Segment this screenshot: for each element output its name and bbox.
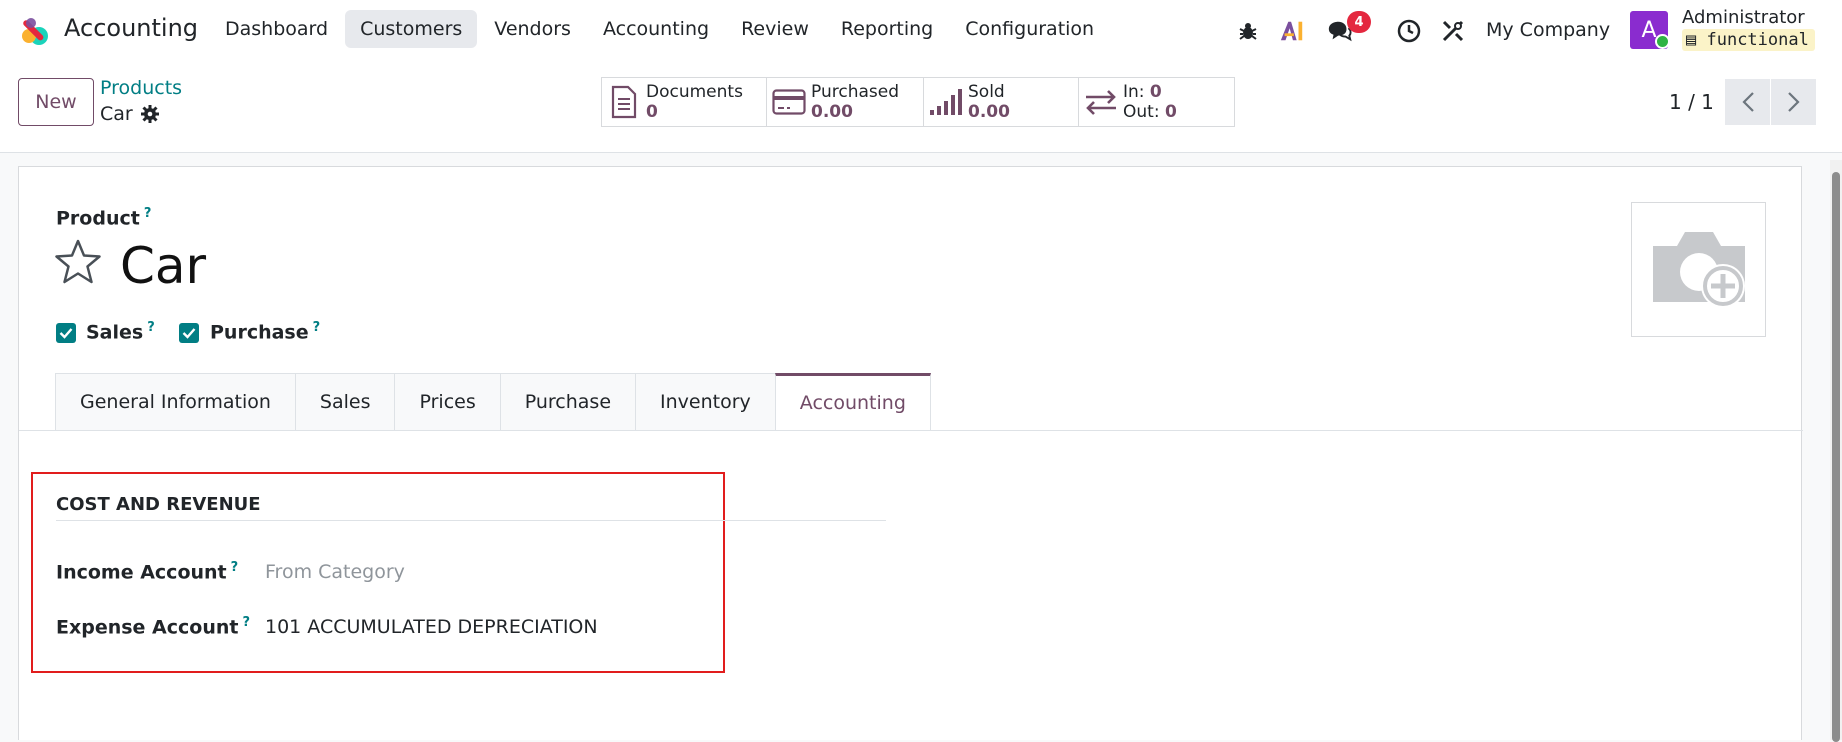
pager-next-button[interactable] — [1771, 79, 1816, 125]
income-account-label-text: Income Account — [56, 561, 227, 584]
app-name[interactable]: Accounting — [64, 14, 198, 42]
ai-icon[interactable] — [1279, 18, 1305, 44]
company-switcher[interactable]: My Company — [1486, 19, 1610, 41]
product-name-field[interactable]: Car — [120, 237, 206, 295]
transfer-arrows-icon — [1086, 90, 1116, 115]
user-name[interactable]: Administrator — [1682, 7, 1805, 28]
sold-stat-button[interactable]: Sold 0.00 — [923, 77, 1079, 127]
in-value: 0 — [1149, 82, 1162, 102]
favorite-star-icon[interactable] — [54, 238, 102, 286]
online-status-icon — [1655, 34, 1670, 49]
tab-divider — [19, 430, 1803, 431]
messages-badge: 4 — [1347, 11, 1371, 33]
expense-account-label: Expense Account? — [56, 615, 250, 638]
top-navbar: Accounting Dashboard Customers Vendors A… — [0, 0, 1842, 60]
menu-item-customers[interactable]: Customers — [345, 10, 478, 48]
control-panel: New Products Car Documents 0 Purchased 0.0… — [0, 60, 1842, 153]
purchased-value: 0.00 — [811, 102, 853, 122]
document-icon — [611, 85, 637, 119]
sales-checkbox[interactable] — [56, 323, 76, 343]
breadcrumb-current-label: Car — [100, 103, 133, 125]
expense-account-label-text: Expense Account — [56, 616, 239, 639]
product-image-upload[interactable] — [1631, 202, 1766, 337]
new-button[interactable]: New — [18, 78, 94, 126]
menu-item-accounting[interactable]: Accounting — [588, 10, 724, 48]
tab-sales[interactable]: Sales — [294, 373, 395, 431]
income-account-input[interactable]: From Category — [265, 561, 405, 583]
sales-label: Sales? — [86, 320, 155, 343]
purchase-help-tooltip[interactable]: ? — [313, 320, 321, 335]
pager-value[interactable]: 1 / 1 — [1669, 90, 1714, 114]
pager-previous-button[interactable] — [1725, 79, 1770, 125]
chevron-left-icon — [1741, 92, 1754, 112]
product-label: Product? — [56, 206, 151, 229]
credit-card-icon — [772, 89, 806, 115]
sold-value: 0.00 — [968, 102, 1010, 122]
checkmark-icon — [182, 328, 196, 339]
page-scrollbar[interactable] — [1830, 160, 1842, 742]
tab-inventory[interactable]: Inventory — [635, 373, 775, 431]
income-help-tooltip[interactable]: ? — [231, 560, 239, 575]
form-sheet: Product? Car Sales? Purchase? General In… — [18, 166, 1803, 740]
signal-bars-icon — [930, 89, 962, 115]
database-icon: ▤ — [1686, 30, 1707, 50]
tab-general-information[interactable]: General Information — [55, 373, 295, 431]
menu-item-reporting[interactable]: Reporting — [826, 10, 948, 48]
in-label: In: — [1123, 82, 1145, 102]
documents-label: Documents — [646, 82, 743, 102]
documents-value: 0 — [646, 102, 658, 122]
in-out-stat-button[interactable]: In: 0 Out: 0 — [1078, 77, 1235, 127]
tab-accounting[interactable]: Accounting — [774, 373, 931, 431]
menu-item-review[interactable]: Review — [726, 10, 824, 48]
section-divider — [56, 520, 886, 521]
notebook-tabs: General Information Sales Prices Purchas… — [55, 373, 931, 431]
tab-prices[interactable]: Prices — [394, 373, 500, 431]
gear-icon[interactable] — [140, 105, 159, 123]
product-label-text: Product — [56, 207, 140, 230]
tools-icon[interactable] — [1440, 18, 1466, 44]
purchased-label: Purchased — [811, 82, 899, 102]
menu-item-dashboard[interactable]: Dashboard — [210, 10, 343, 48]
menu-item-configuration[interactable]: Configuration — [950, 10, 1109, 48]
chevron-right-icon — [1787, 92, 1800, 112]
out-label: Out: — [1123, 102, 1160, 122]
sales-label-text: Sales — [86, 321, 144, 344]
checkmark-icon — [59, 328, 73, 339]
sold-label: Sold — [968, 82, 1005, 102]
bug-icon[interactable] — [1235, 18, 1261, 44]
purchase-label: Purchase? — [210, 320, 320, 343]
sales-help-tooltip[interactable]: ? — [147, 320, 155, 335]
database-tag: ▤ functional — [1682, 29, 1815, 51]
documents-stat-button[interactable]: Documents 0 — [601, 77, 767, 127]
product-help-tooltip[interactable]: ? — [144, 206, 152, 221]
purchase-checkbox[interactable] — [179, 323, 199, 343]
app-logo-icon[interactable] — [18, 15, 50, 47]
expense-account-input[interactable]: 101 ACCUMULATED DEPRECIATION — [265, 616, 598, 638]
purchase-label-text: Purchase — [210, 321, 309, 344]
breadcrumb-products[interactable]: Products — [100, 77, 182, 99]
activity-clock-icon[interactable] — [1396, 18, 1422, 44]
menu-item-vendors[interactable]: Vendors — [479, 10, 586, 48]
purchased-stat-button[interactable]: Purchased 0.00 — [766, 77, 924, 127]
breadcrumb-current: Car — [100, 103, 159, 125]
expense-help-tooltip[interactable]: ? — [242, 615, 250, 630]
tab-purchase[interactable]: Purchase — [499, 373, 636, 431]
income-account-label: Income Account? — [56, 560, 238, 583]
database-name: functional — [1706, 30, 1809, 50]
camera-add-icon — [1652, 231, 1745, 308]
main-menu: Dashboard Customers Vendors Accounting R… — [210, 10, 1109, 48]
out-value: 0 — [1164, 102, 1177, 122]
scrollbar-thumb[interactable] — [1832, 172, 1840, 742]
section-title: COST AND REVENUE — [56, 494, 261, 515]
